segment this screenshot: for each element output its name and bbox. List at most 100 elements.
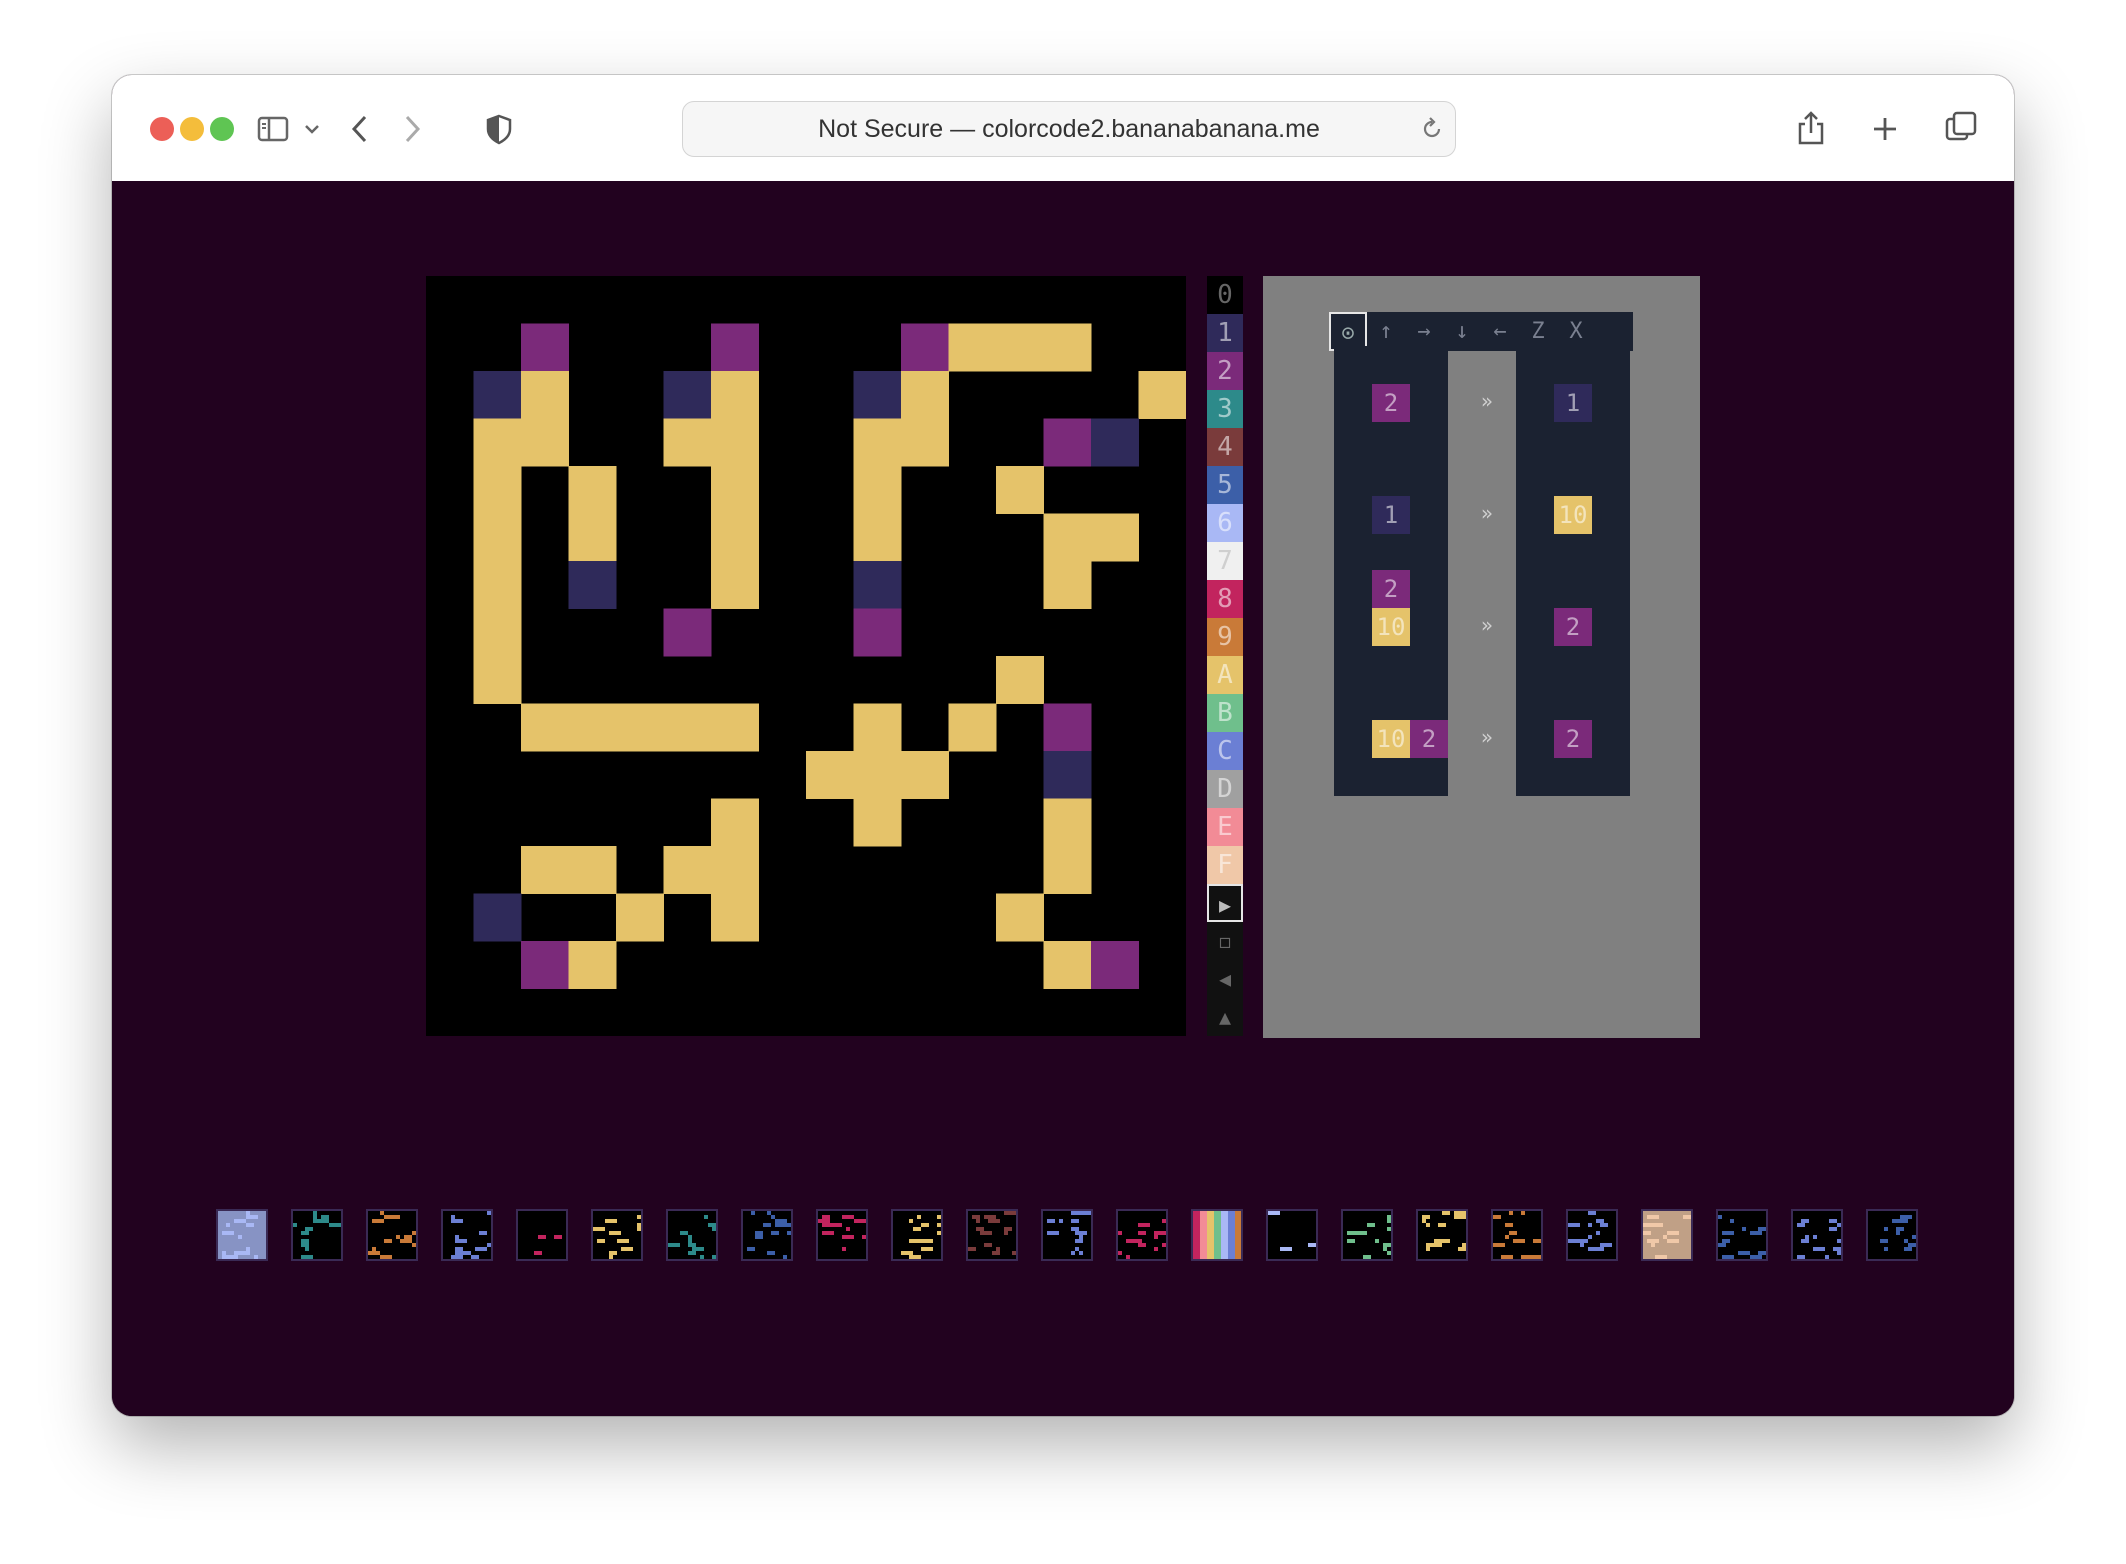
board-cell[interactable] xyxy=(996,893,1044,942)
rule-result-box[interactable]: 10 xyxy=(1516,458,1630,572)
palette-color-d[interactable]: D xyxy=(1207,770,1243,808)
board-cell[interactable] xyxy=(996,323,1044,372)
rule-cell[interactable]: 1 xyxy=(1554,384,1592,422)
level-thumbnail[interactable] xyxy=(1116,1209,1168,1261)
board-cell[interactable] xyxy=(1043,751,1092,799)
palette-color-5[interactable]: 5 xyxy=(1207,466,1243,504)
board-cell[interactable] xyxy=(1043,941,1092,989)
palette-color-b[interactable]: B xyxy=(1207,694,1243,732)
board-cell[interactable] xyxy=(853,703,902,752)
board-cell[interactable] xyxy=(996,466,1044,514)
board-cell[interactable] xyxy=(473,561,522,609)
level-thumbnail[interactable] xyxy=(591,1209,643,1261)
board-cell[interactable] xyxy=(473,608,522,657)
board-cell[interactable] xyxy=(521,941,569,989)
level-thumbnail[interactable] xyxy=(1041,1209,1093,1261)
board-cell[interactable] xyxy=(568,513,617,562)
rule-result-box[interactable]: 2 xyxy=(1516,682,1630,796)
board-cell[interactable] xyxy=(521,846,569,894)
level-thumbnail[interactable] xyxy=(891,1209,943,1261)
board-cell[interactable] xyxy=(473,656,522,704)
level-thumbnail[interactable] xyxy=(441,1209,493,1261)
rule-cell[interactable]: 10 xyxy=(1554,496,1592,534)
palette-color-6[interactable]: 6 xyxy=(1207,504,1243,542)
level-thumbnail[interactable] xyxy=(1341,1209,1393,1261)
new-tab-icon[interactable] xyxy=(1868,109,1902,149)
level-thumbnail[interactable] xyxy=(1191,1209,1243,1261)
board-cell[interactable] xyxy=(521,323,569,372)
rule-cell[interactable]: 10 xyxy=(1372,720,1410,758)
rule-cell[interactable]: 2 xyxy=(1372,570,1410,608)
level-thumbnail[interactable] xyxy=(516,1209,568,1261)
board-cell[interactable] xyxy=(711,323,759,372)
board-cell[interactable] xyxy=(1043,703,1092,752)
reload-icon[interactable] xyxy=(1419,115,1445,143)
forward-arrow-icon[interactable] xyxy=(400,109,424,149)
level-thumbnail[interactable] xyxy=(741,1209,793,1261)
board-cell[interactable] xyxy=(901,371,949,419)
board-cell[interactable] xyxy=(663,846,712,894)
level-thumbnail[interactable] xyxy=(966,1209,1018,1261)
rule-cell[interactable]: 2 xyxy=(1554,608,1592,646)
board-cell[interactable] xyxy=(711,371,759,419)
board-cell[interactable] xyxy=(901,751,949,799)
rule-cell[interactable]: 2 xyxy=(1554,720,1592,758)
board-cell[interactable] xyxy=(711,893,759,942)
board-cell[interactable] xyxy=(948,323,997,372)
board-cell[interactable] xyxy=(1043,513,1092,562)
level-thumbnail[interactable] xyxy=(1491,1209,1543,1261)
down-button[interactable]: ↓ xyxy=(1443,312,1481,351)
board-cell[interactable] xyxy=(663,703,712,752)
board-cell[interactable] xyxy=(853,751,902,799)
board-cell[interactable] xyxy=(521,703,569,752)
rule-cell[interactable]: 2 xyxy=(1372,384,1410,422)
board-cell[interactable] xyxy=(853,608,902,657)
rule-pattern-box[interactable]: 10 2 xyxy=(1334,682,1448,796)
rule-pattern-box[interactable]: 1 xyxy=(1334,458,1448,572)
zoom-window-button[interactable] xyxy=(210,117,234,141)
sidebar-icon[interactable] xyxy=(256,109,290,149)
close-window-button[interactable] xyxy=(150,117,174,141)
board-cell[interactable] xyxy=(853,513,902,562)
board-cell[interactable] xyxy=(616,703,664,752)
board-cell[interactable] xyxy=(663,418,712,467)
board-cell[interactable] xyxy=(473,466,522,514)
board-cell[interactable] xyxy=(901,323,949,372)
level-thumbnail[interactable] xyxy=(666,1209,718,1261)
board-cell[interactable] xyxy=(616,893,664,942)
palette-color-f[interactable]: F xyxy=(1207,846,1243,884)
board-cell[interactable] xyxy=(473,371,522,419)
level-thumbnail[interactable] xyxy=(1566,1209,1618,1261)
level-thumbnail[interactable] xyxy=(816,1209,868,1261)
palette-color-0[interactable]: 0 xyxy=(1207,276,1243,314)
board-cell[interactable] xyxy=(853,561,902,609)
rule-result-box[interactable]: 1 xyxy=(1516,346,1630,460)
board-cell[interactable] xyxy=(1091,513,1139,562)
rule-pattern-box[interactable]: 2 xyxy=(1334,346,1448,460)
board-cell[interactable] xyxy=(948,703,997,752)
board-cell[interactable] xyxy=(568,846,617,894)
level-thumbnail[interactable] xyxy=(1416,1209,1468,1261)
board-cell[interactable] xyxy=(1043,561,1092,609)
rule-pattern-box[interactable]: 2 10 xyxy=(1334,570,1448,684)
stop-tool[interactable]: ◻ xyxy=(1207,922,1243,960)
board-cell[interactable] xyxy=(473,418,522,467)
level-thumbnail[interactable] xyxy=(216,1209,268,1261)
palette-color-8[interactable]: 8 xyxy=(1207,580,1243,618)
level-thumbnail[interactable] xyxy=(1866,1209,1918,1261)
palette-color-3[interactable]: 3 xyxy=(1207,390,1243,428)
rewind-tool[interactable]: ◀ xyxy=(1207,960,1243,998)
level-thumbnail[interactable] xyxy=(366,1209,418,1261)
board-cell[interactable] xyxy=(711,703,759,752)
left-button[interactable]: ← xyxy=(1481,312,1519,351)
board-cell[interactable] xyxy=(521,371,569,419)
board-cell[interactable] xyxy=(1091,418,1139,467)
board-cell[interactable] xyxy=(853,418,902,467)
minimize-window-button[interactable] xyxy=(180,117,204,141)
palette-color-1[interactable]: 1 xyxy=(1207,314,1243,352)
board-cell[interactable] xyxy=(853,371,902,419)
back-arrow-icon[interactable] xyxy=(348,109,372,149)
board-cell[interactable] xyxy=(711,846,759,894)
game-board[interactable] xyxy=(426,276,1186,1036)
level-thumbnail[interactable] xyxy=(1266,1209,1318,1261)
